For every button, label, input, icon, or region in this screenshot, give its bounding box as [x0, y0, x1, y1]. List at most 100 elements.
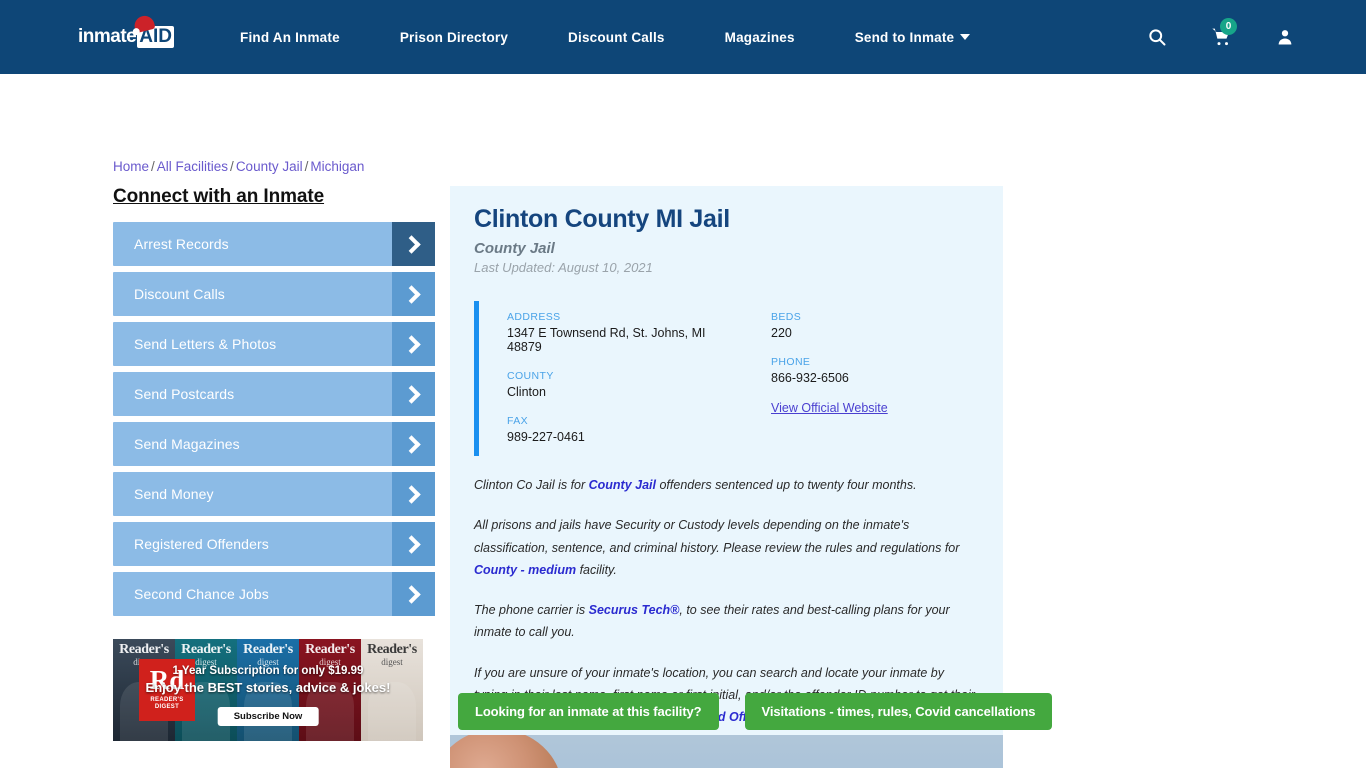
- sidebar-item-arrest-records[interactable]: Arrest Records: [113, 222, 435, 266]
- sidebar-item-send-money[interactable]: Send Money: [113, 472, 435, 516]
- sidebar-item-label: Registered Offenders: [134, 536, 269, 552]
- info-label: COUNTY: [507, 370, 554, 382]
- nav-send-to-inmate-label: Send to Inmate: [854, 29, 955, 45]
- user-account-icon[interactable]: [1276, 27, 1294, 47]
- sidebar-item-label: Send Magazines: [134, 436, 240, 452]
- info-phone: PHONE 866-932-6506: [771, 356, 979, 385]
- sidebar-item-label: Arrest Records: [134, 236, 229, 252]
- chevron-right-icon: [392, 572, 435, 616]
- breadcrumb-separator: /: [151, 159, 155, 174]
- ad-cover-title: Reader's: [119, 642, 169, 657]
- page-title: Clinton County MI Jail: [474, 205, 730, 233]
- info-label: ADDRESS: [507, 311, 561, 323]
- sidebar-item-send-postcards[interactable]: Send Postcards: [113, 372, 435, 416]
- facility-info-block: ADDRESS 1347 E Townsend Rd, St. Johns, M…: [474, 301, 979, 456]
- ad-cover-title: Reader's: [243, 642, 293, 657]
- chevron-down-icon: [960, 34, 971, 40]
- ad-subheadline: Enjoy the BEST stories, advice & jokes!: [145, 680, 391, 695]
- paragraph-text: facility.: [576, 562, 617, 577]
- breadcrumb-separator: /: [304, 159, 309, 174]
- page-body: Home / All Facilities / County Jail / Michigan…: [0, 74, 1366, 768]
- info-beds: BEDS 220: [771, 311, 979, 340]
- logo-text: inmate: [78, 26, 137, 47]
- breadcrumb-county-jail[interactable]: County Jail: [236, 159, 303, 174]
- info-value: 220: [771, 326, 792, 340]
- info-column-left: ADDRESS 1347 E Townsend Rd, St. Johns, M…: [507, 311, 743, 444]
- ad-headline: 1 Year Subscription for only $19.99: [172, 665, 364, 677]
- sidebar-item-label: Send Money: [134, 486, 214, 502]
- ad-cover-title: Reader's: [305, 642, 355, 657]
- sidebar-item-registered-offenders[interactable]: Registered Offenders: [113, 522, 435, 566]
- official-website-link[interactable]: View Official Website: [771, 401, 979, 415]
- info-value: 1347 E Townsend Rd, St. Johns, MI 48879: [507, 326, 706, 354]
- breadcrumb: Home / All Facilities / County Jail / Michigan: [113, 159, 364, 174]
- breadcrumb-michigan[interactable]: Michigan: [310, 159, 364, 174]
- chevron-right-icon: [392, 372, 435, 416]
- chevron-right-icon: [392, 422, 435, 466]
- last-updated: Last Updated: August 10, 2021: [474, 260, 653, 275]
- info-label: FAX: [507, 415, 529, 427]
- chevron-right-icon: [392, 522, 435, 566]
- breadcrumb-separator: /: [230, 159, 234, 174]
- sidebar-item-send-magazines[interactable]: Send Magazines: [113, 422, 435, 466]
- info-value: Clinton: [507, 385, 546, 399]
- action-button-row: Looking for an inmate at this facility? …: [458, 693, 1053, 730]
- paragraph-text: All prisons and jails have Security or C…: [474, 518, 960, 555]
- facility-paragraph-2: All prisons and jails have Security or C…: [474, 514, 979, 581]
- advertisement-banner[interactable]: Reader's digest Reader's digest Reader's…: [113, 639, 423, 741]
- breadcrumb-all-facilities[interactable]: All Facilities: [157, 159, 228, 174]
- info-address: ADDRESS 1347 E Townsend Rd, St. Johns, M…: [507, 311, 743, 354]
- info-label: BEDS: [771, 311, 802, 323]
- ad-subscribe-button[interactable]: Subscribe Now: [217, 707, 319, 726]
- nav-discount-calls[interactable]: Discount Calls: [568, 30, 665, 45]
- ad-copy: 1 Year Subscription for only $19.99 Enjo…: [113, 665, 423, 695]
- chevron-right-icon: [392, 272, 435, 316]
- info-county: COUNTY Clinton: [507, 370, 743, 399]
- paragraph-text: The phone carrier is: [474, 603, 589, 617]
- facility-card: Clinton County MI Jail County Jail Last …: [450, 186, 1003, 751]
- sidebar-item-label: Second Chance Jobs: [134, 586, 269, 602]
- link-county-medium[interactable]: County - medium: [474, 563, 576, 577]
- facility-paragraph-3: The phone carrier is Securus Tech®, to s…: [474, 599, 979, 644]
- site-header: inmate AID Find An Inmate Prison Directo…: [0, 0, 1366, 74]
- chevron-right-icon: [392, 322, 435, 366]
- ad-brand-sub: READER'S DIGEST: [150, 696, 184, 711]
- header-icon-group: 0: [1103, 18, 1366, 47]
- info-column-right: BEDS 220 PHONE 866-932-6506 View Officia…: [743, 311, 979, 444]
- ad-cover-title: Reader's: [367, 642, 417, 657]
- cart-count-badge: 0: [1220, 18, 1237, 35]
- sidebar-item-discount-calls[interactable]: Discount Calls: [113, 272, 435, 316]
- link-securus-tech[interactable]: Securus Tech®: [589, 603, 680, 617]
- nav-prison-directory[interactable]: Prison Directory: [400, 30, 508, 45]
- sidebar-item-second-chance-jobs[interactable]: Second Chance Jobs: [113, 572, 435, 616]
- link-county-jail[interactable]: County Jail: [589, 478, 656, 492]
- nav-magazines[interactable]: Magazines: [725, 30, 795, 45]
- cart-icon[interactable]: 0: [1211, 18, 1237, 47]
- ad-cover-title: Reader's: [181, 642, 231, 657]
- sidebar-item-label: Send Postcards: [134, 386, 235, 402]
- main-navigation: Find An Inmate Prison Directory Discount…: [240, 30, 1103, 45]
- info-fax: FAX 989-227-0461: [507, 415, 743, 444]
- search-icon[interactable]: [1147, 27, 1167, 47]
- paragraph-text: Clinton Co Jail is for: [474, 478, 589, 492]
- facility-paragraph-1: Clinton Co Jail is for County Jail offen…: [474, 474, 979, 496]
- facility-photo: [450, 735, 1003, 768]
- find-inmate-button[interactable]: Looking for an inmate at this facility?: [458, 693, 719, 730]
- connect-sidebar: Connect with an Inmate Arrest Records Di…: [113, 186, 435, 622]
- info-website: View Official Website: [771, 401, 979, 415]
- info-label: PHONE: [771, 356, 811, 368]
- site-logo[interactable]: inmate AID: [78, 13, 188, 54]
- sidebar-title: Connect with an Inmate: [113, 186, 325, 207]
- chevron-right-icon: [392, 472, 435, 516]
- sidebar-item-label: Send Letters & Photos: [134, 336, 277, 352]
- facility-type: County Jail: [474, 240, 555, 257]
- info-value: 989-227-0461: [507, 430, 585, 444]
- visitations-button[interactable]: Visitations - times, rules, Covid cancel…: [744, 693, 1053, 730]
- sidebar-item-send-letters-photos[interactable]: Send Letters & Photos: [113, 322, 435, 366]
- info-value: 866-932-6506: [771, 371, 849, 385]
- sidebar-item-label: Discount Calls: [134, 286, 225, 302]
- nav-find-an-inmate[interactable]: Find An Inmate: [240, 30, 340, 45]
- breadcrumb-home[interactable]: Home: [113, 159, 149, 174]
- nav-send-to-inmate[interactable]: Send to Inmate: [855, 30, 971, 45]
- chevron-right-icon: [392, 222, 435, 266]
